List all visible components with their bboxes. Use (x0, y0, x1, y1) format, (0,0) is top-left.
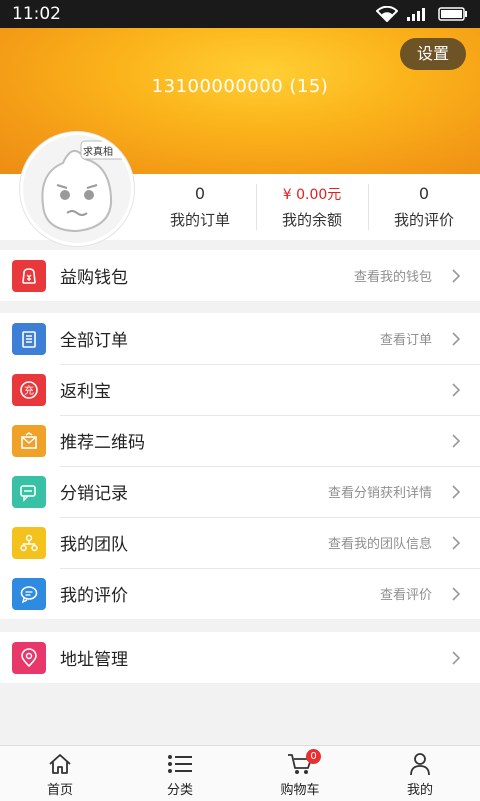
avatar[interactable]: 求真相 (20, 132, 134, 246)
stat-balance[interactable]: ¥ 0.00元 我的余额 (256, 184, 368, 230)
battery-icon (438, 7, 467, 21)
status-bar: 11:02 (0, 0, 480, 28)
reviews-count: 0 (418, 184, 430, 203)
menu-item-all-orders[interactable]: 全部订单 查看订单 (0, 313, 480, 364)
address-label: 地址管理 (60, 650, 128, 670)
tab-home[interactable]: 首页 (0, 746, 120, 801)
wifi-icon (376, 6, 398, 22)
bottom-tab-bar: 首页 分类 0 购物车 我的 (0, 745, 480, 801)
menu-item-distribution[interactable]: 分销记录 查看分销获利详情 (0, 466, 480, 517)
menu-item-hint: 查看订单 (379, 333, 432, 348)
menu-item-label: 分销记录 (60, 484, 128, 504)
order-list-icon (12, 322, 46, 355)
status-icons (376, 6, 468, 22)
wallet-hint: 查看我的钱包 (353, 270, 432, 285)
status-time: 11:02 (12, 4, 61, 24)
menu-item-qrcode[interactable]: 推荐二维码 (0, 415, 480, 466)
menu-item-label: 返利宝 (60, 382, 111, 402)
menu-item-rebate[interactable]: 充 返利宝 (0, 364, 480, 415)
chevron-right-icon (446, 268, 466, 284)
chevron-right-icon (446, 382, 466, 398)
chevron-right-icon (446, 331, 466, 347)
chevron-right-icon (446, 586, 466, 602)
menu-card: 全部订单 查看订单 充 返利宝 推荐二维码 分销记录 查看分销获利详情 我的团队… (0, 313, 480, 619)
chat-record-icon (12, 475, 46, 508)
comment-icon (12, 577, 46, 610)
cart-badge: 0 (306, 749, 321, 764)
menu-item-hint: 查看分销获利详情 (327, 486, 432, 501)
menu-item-my-reviews[interactable]: 我的评价 查看评价 (0, 568, 480, 619)
menu-item-label: 推荐二维码 (60, 433, 145, 453)
wallet-label: 益购钱包 (60, 268, 128, 288)
wallet-icon (12, 259, 46, 292)
profile-icon (410, 753, 430, 776)
qrcode-envelope-icon (12, 424, 46, 457)
wallet-row[interactable]: 益购钱包 查看我的钱包 (0, 250, 480, 301)
category-icon (168, 755, 192, 773)
menu-item-label: 全部订单 (60, 331, 128, 351)
menu-item-hint: 查看评价 (379, 588, 432, 603)
tab-label: 我的 (406, 783, 433, 798)
balance-label: 我的余额 (281, 211, 342, 229)
chevron-right-icon (446, 650, 466, 666)
avatar-tag: 求真相 (83, 147, 113, 158)
chevron-right-icon (446, 433, 466, 449)
settings-button[interactable]: 设置 (400, 38, 466, 70)
menu-item-label: 我的评价 (60, 586, 128, 606)
tab-category[interactable]: 分类 (120, 746, 240, 801)
stat-reviews[interactable]: 0 我的评价 (368, 184, 480, 230)
stat-orders[interactable]: 0 我的订单 (144, 184, 256, 230)
chevron-right-icon (446, 535, 466, 551)
chevron-right-icon (446, 484, 466, 500)
menu-item-hint: 查看我的团队信息 (327, 537, 432, 552)
team-icon (12, 526, 46, 559)
rebate-icon: 充 (12, 373, 46, 406)
tab-label: 分类 (166, 783, 193, 798)
reviews-label: 我的评价 (393, 211, 454, 229)
username: 13100000000 (15) (151, 76, 329, 97)
menu-item-team[interactable]: 我的团队 查看我的团队信息 (0, 517, 480, 568)
tab-profile[interactable]: 我的 (360, 746, 480, 801)
signal-icon (407, 8, 425, 21)
location-icon (12, 641, 46, 674)
home-icon (49, 754, 71, 774)
balance-value: ¥ 0.00元 (282, 187, 342, 203)
orders-label: 我的订单 (169, 211, 230, 229)
wallet-card: 益购钱包 查看我的钱包 (0, 250, 480, 301)
tab-cart[interactable]: 0 购物车 (240, 746, 360, 801)
menu-item-label: 我的团队 (60, 535, 128, 555)
menu-item-address[interactable]: 地址管理 (0, 632, 480, 683)
tab-label: 购物车 (280, 783, 320, 798)
address-card: 地址管理 (0, 632, 480, 683)
svg-text:充: 充 (24, 384, 34, 397)
orders-count: 0 (194, 184, 206, 203)
tab-label: 首页 (46, 783, 73, 798)
